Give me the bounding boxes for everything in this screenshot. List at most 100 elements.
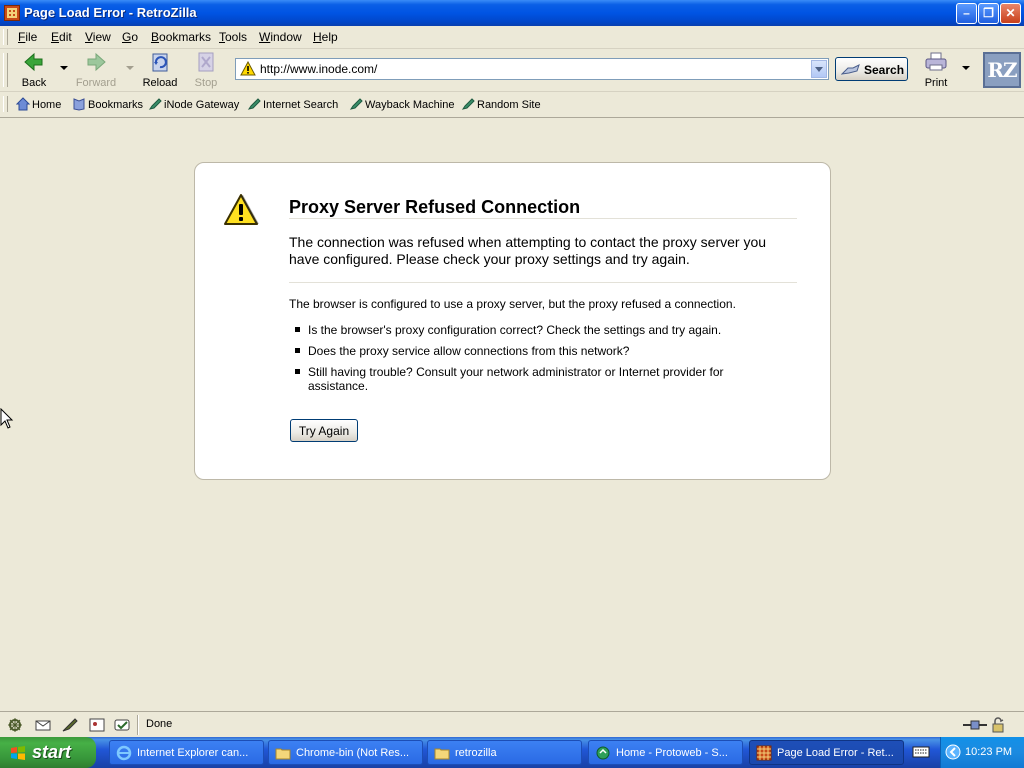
address-book-icon[interactable] [88, 717, 106, 733]
menu-go[interactable]: Go [122, 30, 138, 44]
printer-icon [925, 52, 947, 71]
menu-view[interactable]: View [85, 30, 111, 44]
bookmark-pen-icon [349, 98, 363, 110]
back-button[interactable]: Back [10, 51, 58, 89]
close-icon: ✕ [1005, 6, 1016, 20]
bookmark-home-label: Home [32, 99, 62, 111]
maximize-button[interactable]: ❐ [978, 3, 999, 24]
error-box: Proxy Server Refused Connection The conn… [194, 162, 831, 480]
menu-bookmarks-label: Bookmarks [151, 30, 212, 44]
bookmark-inode-gateway[interactable]: iNode Gateway [148, 97, 239, 111]
toolbar-grip[interactable] [3, 53, 8, 87]
minimize-icon: – [963, 6, 970, 20]
error-long-description: The browser is configured to use a proxy… [289, 297, 736, 311]
forward-dropdown-arrow[interactable] [126, 66, 134, 70]
toolbar-grip[interactable] [3, 29, 8, 45]
taskbar-item-chrome-bin[interactable]: Chrome-bin (Not Res... [268, 740, 423, 765]
mouse-cursor-icon [0, 408, 14, 429]
reload-label: Reload [142, 77, 178, 89]
mail-icon[interactable] [34, 717, 52, 733]
taskbar-item-retrozilla-folder[interactable]: retrozilla [427, 740, 582, 765]
retrozilla-throbber-logo[interactable]: RZ [983, 52, 1021, 88]
navigator-icon[interactable] [6, 717, 24, 733]
menu-bookmarks[interactable]: Bookmarks [151, 30, 211, 44]
taskbar-item-label: retrozilla [455, 747, 497, 759]
bookmarks-icon [73, 98, 85, 111]
back-dropdown-arrow[interactable] [60, 66, 68, 70]
close-button[interactable]: ✕ [1000, 3, 1021, 24]
menu-window-label: Window [259, 30, 302, 44]
bookmark-pen-icon [247, 98, 261, 110]
window-title: Page Load Error - RetroZilla [24, 5, 197, 20]
system-tray: 10:23 PM [940, 737, 1024, 768]
try-again-button[interactable]: Try Again [290, 419, 358, 442]
ie-icon [116, 745, 132, 761]
bookmark-random-site[interactable]: Random Site [461, 97, 541, 111]
retrozilla-app-icon[interactable] [4, 5, 20, 21]
warning-icon [240, 61, 256, 76]
menu-tools-label: Tools [219, 30, 248, 44]
toolbar-grip[interactable] [3, 96, 8, 112]
url-input[interactable] [260, 61, 810, 77]
print-dropdown-arrow[interactable] [962, 66, 970, 70]
stop-button[interactable]: Stop [182, 51, 230, 89]
reload-icon [152, 53, 168, 72]
home-icon [16, 97, 30, 111]
page-content: Proxy Server Refused Connection The conn… [0, 118, 1024, 711]
error-title: Proxy Server Refused Connection [289, 197, 581, 217]
title-divider [289, 218, 797, 219]
stop-label: Stop [194, 77, 218, 89]
menu-help[interactable]: Help [313, 30, 338, 44]
forward-label: Forward [75, 77, 117, 89]
taskbar-item-label: Page Load Error - Ret... [777, 747, 894, 759]
retrozilla-icon [756, 745, 772, 761]
bookmark-home[interactable]: Home [16, 97, 61, 111]
taskbar-item-internet-explorer[interactable]: Internet Explorer can... [109, 740, 264, 765]
list-item: Does the proxy service allow connections… [289, 344, 759, 358]
folder-icon [275, 748, 291, 760]
menu-view-label: View [85, 30, 111, 44]
composer-icon[interactable] [61, 717, 79, 733]
print-label: Print [924, 77, 948, 89]
menu-file[interactable]: File [18, 30, 37, 44]
bookmark-bookmarks-label: Bookmarks [88, 99, 144, 111]
bookmark-bookmarks[interactable]: Bookmarks [72, 97, 143, 111]
minimize-button[interactable]: – [956, 3, 977, 24]
suggestion-list: Is the browser's proxy configuration cor… [289, 323, 759, 400]
security-lock-icon [992, 717, 1004, 733]
search-button[interactable]: Search [835, 57, 908, 81]
bookmark-internet-search[interactable]: Internet Search [247, 97, 338, 111]
forward-arrow-icon [87, 52, 106, 72]
start-button[interactable]: start [0, 737, 96, 768]
status-bar: Done [0, 711, 1024, 738]
bookmark-wayback-machine[interactable]: Wayback Machine [349, 97, 454, 111]
bookmark-inode-gateway-label: iNode Gateway [164, 99, 240, 111]
show-hidden-icons-icon[interactable] [945, 744, 961, 760]
bookmark-random-site-label: Random Site [477, 99, 541, 111]
menu-edit[interactable]: Edit [51, 30, 72, 44]
taskbar-item-label: Home - Protoweb - S... [616, 747, 728, 759]
bookmark-pen-icon [148, 98, 162, 110]
url-history-dropdown[interactable] [811, 60, 827, 78]
url-bar[interactable] [235, 58, 829, 80]
back-label: Back [21, 77, 47, 89]
personal-toolbar: Home Bookmarks iNode Gateway Internet Se… [0, 92, 1024, 118]
bookmark-internet-search-label: Internet Search [263, 99, 339, 111]
bookmark-wayback-machine-label: Wayback Machine [365, 99, 455, 111]
menu-tools[interactable]: Tools [219, 30, 247, 44]
irc-chat-icon[interactable] [113, 717, 131, 733]
print-button[interactable]: Print [918, 51, 954, 89]
menu-window[interactable]: Window [259, 30, 302, 44]
restore-icon: ❐ [983, 6, 994, 20]
taskbar-item-page-load-error[interactable]: Page Load Error - Ret... [749, 740, 904, 765]
list-item: Is the browser's proxy configuration cor… [289, 323, 759, 337]
menu-bar: File Edit View Go Bookmarks Tools Window… [0, 26, 1024, 49]
menu-file-label: File [18, 30, 38, 44]
forward-button[interactable]: Forward [72, 51, 120, 89]
reload-button[interactable]: Reload [136, 51, 184, 89]
online-status-icon[interactable] [962, 717, 988, 733]
window-titlebar[interactable]: Page Load Error - RetroZilla – ❐ ✕ [0, 0, 1024, 26]
keyboard-icon[interactable] [912, 746, 930, 758]
taskbar-item-protoweb[interactable]: Home - Protoweb - S... [588, 740, 743, 765]
menu-edit-label: Edit [51, 30, 72, 44]
